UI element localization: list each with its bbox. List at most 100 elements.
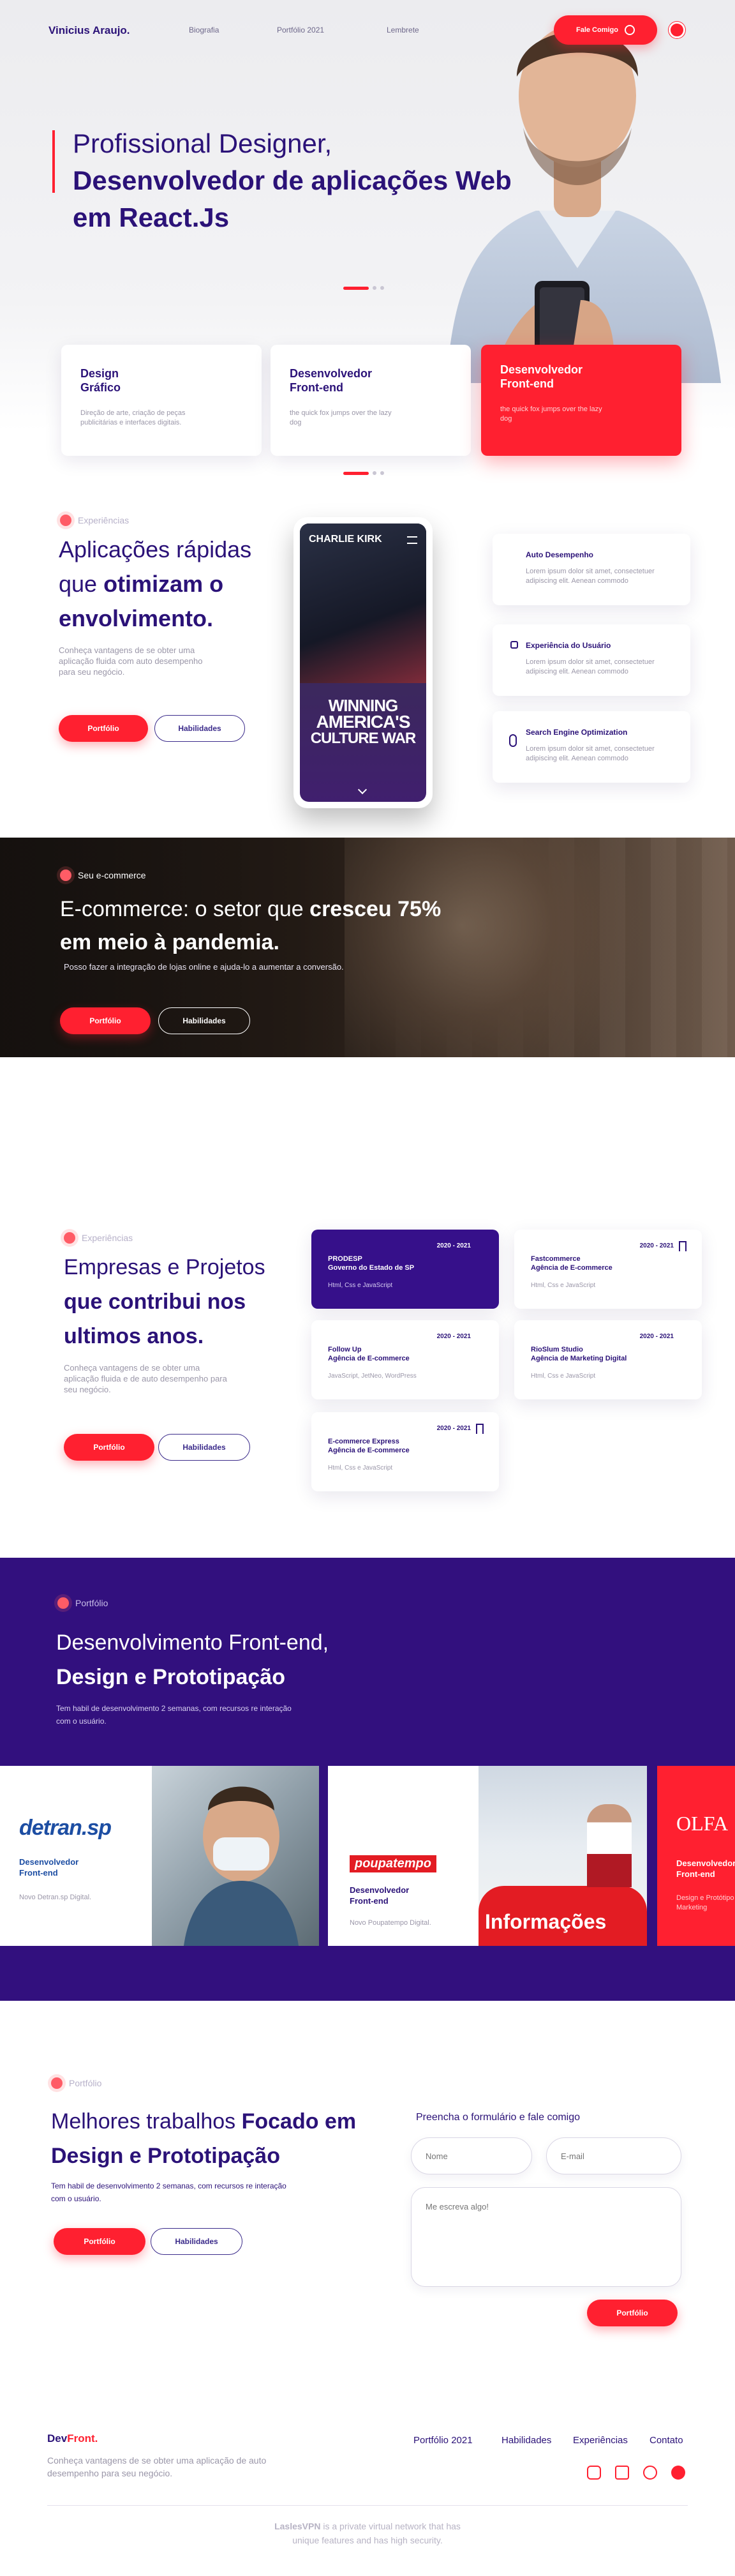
apps-eyebrow: Experiências xyxy=(60,515,129,526)
mascot-icon[interactable] xyxy=(669,22,685,38)
submit-button[interactable]: Portfólio xyxy=(587,2300,678,2326)
service-card-title: Desenvolvedor Front-end xyxy=(500,363,662,391)
project-role: Desenvolvedor Front-end xyxy=(350,1885,409,1906)
cards-slider-dots[interactable] xyxy=(343,471,384,475)
service-card[interactable]: Desenvolvedor Front-end the quick fox ju… xyxy=(271,345,471,456)
hero-accent-bar xyxy=(52,130,55,193)
linkedin-icon[interactable] xyxy=(615,2466,629,2480)
project-desc: Novo Detran.sp Digital. xyxy=(19,1894,92,1901)
job-name: Fastcommerce xyxy=(531,1255,581,1263)
slider-dot[interactable] xyxy=(380,471,384,475)
job-name: RioSlum Studio xyxy=(531,1346,583,1353)
nav-link-biografia[interactable]: Biografia xyxy=(189,26,219,34)
job-card[interactable]: 2020 - 2021 E-commerce Express Agência d… xyxy=(311,1412,499,1491)
companies-portfolio-button[interactable]: Portfólio xyxy=(64,1434,154,1461)
instagram-icon[interactable] xyxy=(587,2466,601,2480)
project-card[interactable]: poupatempo Desenvolvedor Front-end Novo … xyxy=(328,1766,647,1946)
job-card-active[interactable]: 2020 - 2021 PRODESP Governo do Estado de… xyxy=(311,1230,499,1309)
apps-skills-button[interactable]: Habilidades xyxy=(154,715,245,742)
job-company: Agência de Marketing Digital xyxy=(531,1355,627,1362)
job-card[interactable]: 2020 - 2021 Fastcommerce Agência de E-co… xyxy=(514,1230,702,1309)
service-card-text: Direção de arte, criação de peças public… xyxy=(80,409,186,426)
nav-link-lembrete[interactable]: Lembrete xyxy=(387,26,419,34)
feature-card[interactable]: Auto Desempenho Lorem ipsum dolor sit am… xyxy=(493,534,690,605)
slider-dot[interactable] xyxy=(380,286,384,290)
service-card[interactable]: Design Gráfico Direção de arte, criação … xyxy=(61,345,262,456)
hero-slider-dots[interactable] xyxy=(343,286,384,290)
ecommerce-section: Seu e-commerce E-commerce: o setor que c… xyxy=(0,838,735,1057)
feature-title: Auto Desempenho xyxy=(526,550,594,559)
hero-title: Profissional Designer, Desenvolvedor de … xyxy=(73,125,512,236)
nav-link-portfolio[interactable]: Portfólio 2021 xyxy=(277,26,324,34)
name-field[interactable] xyxy=(411,2137,532,2174)
footer-brand-accent: Front. xyxy=(67,2432,98,2444)
ecommerce-skills-button[interactable]: Habilidades xyxy=(158,1007,250,1034)
footer-link-experiences[interactable]: Experiências xyxy=(573,2435,628,2446)
project-card[interactable]: detran.sp Desenvolvedor Front-end Novo D… xyxy=(0,1766,319,1946)
feature-card[interactable]: Search Engine Optimization Lorem ipsum d… xyxy=(493,711,690,783)
job-card[interactable]: 2020 - 2021 RioSlum Studio Agência de Ma… xyxy=(514,1320,702,1399)
contact-skills-button[interactable]: Habilidades xyxy=(151,2228,242,2255)
slider-dot-active[interactable] xyxy=(343,471,369,475)
companies-skills-button[interactable]: Habilidades xyxy=(158,1434,250,1461)
portfolio-eyebrow-label: Portfólio xyxy=(75,1598,108,1608)
apps-title-line1: Aplicações rápidas xyxy=(59,536,252,562)
job-name: PRODESP xyxy=(328,1255,362,1263)
portfolio-title: Desenvolvimento Front-end, Design e Prot… xyxy=(56,1625,329,1694)
form-title: Preencha o formulário e fale comigo xyxy=(416,2112,581,2123)
project-card[interactable]: OLFA Desenvolvedor Front-end Design e Pr… xyxy=(657,1766,735,1946)
job-company: Agência de E-commerce xyxy=(328,1355,410,1362)
contact-portfolio-button[interactable]: Portfólio xyxy=(54,2228,145,2255)
footer-bottom-bold: LaslesVPN xyxy=(274,2521,321,2531)
footer-link-portfolio[interactable]: Portfólio 2021 xyxy=(413,2435,473,2446)
whatsapp-icon xyxy=(625,25,635,35)
portfolio-text: Tem habil de desenvolvimento 2 semanas, … xyxy=(56,1704,292,1726)
message-field[interactable] xyxy=(411,2187,681,2287)
slider-dot[interactable] xyxy=(373,471,376,475)
chevron-down-icon[interactable] xyxy=(357,785,368,795)
project-role-line2: Front-end xyxy=(19,1868,58,1878)
portfolio-title-line2: Design e Prototipação xyxy=(56,1665,285,1689)
companies-title-line3: ultimos anos. xyxy=(64,1324,204,1348)
phone-headline-line3: CULTURE WAR xyxy=(310,730,417,747)
contact-eyebrow: Portfólio xyxy=(51,2077,101,2089)
project-role-line1: Desenvolvedor xyxy=(676,1858,735,1868)
apps-portfolio-button[interactable]: Portfólio xyxy=(59,715,148,742)
hero-title-line1: Profissional Designer, xyxy=(73,128,332,158)
mascot-icon[interactable] xyxy=(671,2466,685,2480)
bookmark-icon[interactable] xyxy=(476,1424,484,1434)
job-stack: Html, Css e JavaScript xyxy=(531,1282,596,1289)
menu-icon[interactable] xyxy=(407,536,417,544)
ecommerce-portfolio-button[interactable]: Portfólio xyxy=(60,1007,151,1034)
service-card-active[interactable]: Desenvolvedor Front-end the quick fox ju… xyxy=(481,345,681,456)
hero-title-line3: em React.Js xyxy=(73,202,230,232)
companies-title-line1: Empresas e Projetos xyxy=(64,1255,265,1279)
footer-link-skills[interactable]: Habilidades xyxy=(501,2435,551,2446)
slider-dot-active[interactable] xyxy=(343,286,369,290)
ecommerce-eyebrow: Seu e-commerce xyxy=(60,870,146,881)
feature-text: Lorem ipsum dolor sit amet, consectetuer… xyxy=(526,658,655,675)
footer-social xyxy=(587,2466,685,2480)
project-logo: detran.sp xyxy=(19,1816,112,1840)
contact-button[interactable]: Fale Comigo xyxy=(554,15,657,45)
brand-logo[interactable]: Vinicius Araujo. xyxy=(48,24,130,37)
project-image-driver xyxy=(152,1766,319,1946)
ecommerce-eyebrow-label: Seu e-commerce xyxy=(78,870,146,880)
ecommerce-title-bold2: em meio à pandemia. xyxy=(60,930,279,954)
apps-title-line2-light: que xyxy=(59,571,104,597)
slider-dot[interactable] xyxy=(373,286,376,290)
mouse-icon xyxy=(509,734,517,747)
bookmark-icon[interactable] xyxy=(679,1241,687,1251)
ecommerce-text: Posso fazer a integração de lojas online… xyxy=(64,962,344,972)
email-field[interactable] xyxy=(546,2137,681,2174)
feature-card[interactable]: Experiência do Usuário Lorem ipsum dolor… xyxy=(493,624,690,696)
footer-brand[interactable]: DevFront. xyxy=(47,2432,98,2445)
job-card[interactable]: 2020 - 2021 Follow Up Agência de E-comme… xyxy=(311,1320,499,1399)
job-name: Follow Up xyxy=(328,1346,362,1353)
contact-button-label: Fale Comigo xyxy=(575,26,618,34)
portfolio-section: Portfólio Desenvolvimento Front-end, Des… xyxy=(0,1558,735,2001)
contact-eyebrow-label: Portfólio xyxy=(69,2078,102,2088)
companies-title: Empresas e Projetos que contribui nos ul… xyxy=(64,1250,265,1353)
footer-link-contact[interactable]: Contato xyxy=(650,2435,683,2446)
whatsapp-icon[interactable] xyxy=(643,2466,657,2480)
